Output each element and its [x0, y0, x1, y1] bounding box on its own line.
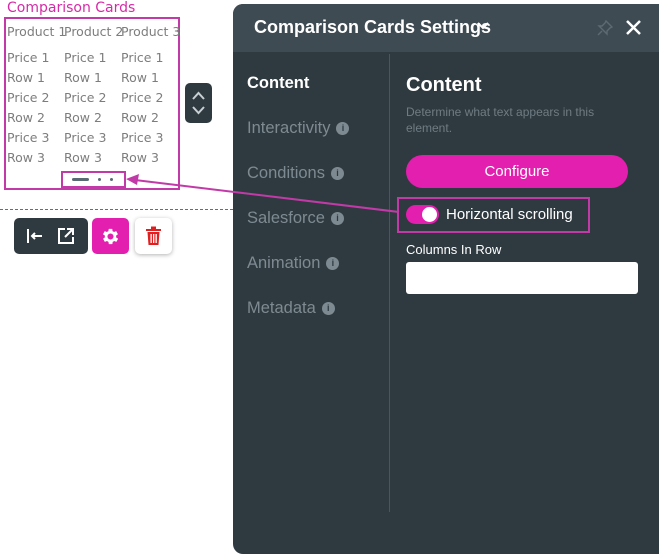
content-heading: Content: [406, 74, 482, 96]
nav-item-label: Content: [247, 74, 310, 92]
grid-cell: Row 2: [7, 110, 45, 125]
nav-item-label: Salesforce: [247, 209, 325, 227]
grid-cell: Price 2: [121, 90, 164, 105]
configure-button[interactable]: Configure: [406, 155, 628, 188]
component-title: Comparison Cards: [7, 0, 136, 16]
chevron-up-icon[interactable]: [192, 91, 205, 100]
grid-cell: Price 2: [64, 90, 107, 105]
reorder-control[interactable]: [185, 83, 212, 123]
nav-item-label: Interactivity: [247, 119, 331, 137]
horizontal-scrolling-label: Horizontal scrolling: [446, 206, 573, 223]
grid-header-cell: Product 2: [64, 24, 124, 39]
grid-cell: Row 3: [7, 150, 45, 165]
grid-cell: Row 3: [64, 150, 102, 165]
panel-header: Comparison Cards Settings: [233, 4, 659, 52]
grid-header-cell: Product 3: [121, 24, 181, 39]
columns-in-row-input[interactable]: [406, 262, 638, 294]
grid-cell: Row 1: [64, 70, 102, 85]
grid-cell: Row 2: [64, 110, 102, 125]
settings-panel: Comparison Cards Settings Content Intera…: [233, 4, 659, 554]
nav-item-salesforce[interactable]: Salesforce i: [247, 209, 344, 228]
grid-cell: Row 2: [121, 110, 159, 125]
nav-item-metadata[interactable]: Metadata i: [247, 299, 335, 318]
gear-icon: [102, 228, 119, 245]
nav-item-label: Animation: [247, 254, 321, 272]
drop-guide-line: [0, 209, 233, 210]
nav-item-content[interactable]: Content: [247, 74, 309, 93]
grid-cell: Row 1: [7, 70, 45, 85]
nav-item-label: Conditions: [247, 164, 325, 182]
close-icon[interactable]: [625, 19, 642, 36]
grid-cell: Price 3: [121, 130, 164, 145]
info-icon: i: [326, 257, 340, 270]
trash-icon: [146, 226, 161, 245]
element-toolbar: [14, 218, 88, 254]
delete-button[interactable]: [135, 218, 172, 254]
grid-cell: Row 1: [121, 70, 159, 85]
grid-cell: Price 1: [121, 50, 164, 65]
nav-item-label: Metadata: [247, 299, 316, 317]
nav-item-conditions[interactable]: Conditions i: [247, 164, 344, 183]
nav-item-interactivity[interactable]: Interactivity i: [247, 119, 350, 138]
external-link-icon[interactable]: [56, 226, 76, 246]
settings-button[interactable]: [92, 218, 129, 254]
grid-cell: Row 3: [121, 150, 159, 165]
scroll-active-bar: [72, 178, 89, 181]
horizontal-scrolling-toggle[interactable]: [406, 205, 439, 224]
columns-in-row-label: Columns In Row: [406, 242, 502, 257]
info-icon: i: [321, 302, 335, 315]
info-icon: i: [330, 212, 344, 225]
grid-cell: Price 3: [7, 130, 50, 145]
grid-cell: Price 1: [7, 50, 50, 65]
content-description: Determine what text appears in this elem…: [406, 105, 595, 135]
chevron-down-icon[interactable]: [477, 22, 489, 30]
grid-cell: Price 2: [7, 90, 50, 105]
grid-cell: Price 1: [64, 50, 107, 65]
nav-divider: [389, 54, 390, 512]
align-left-icon[interactable]: [25, 226, 45, 246]
toggle-knob: [422, 207, 437, 222]
info-icon: i: [330, 167, 344, 180]
info-icon: i: [336, 122, 350, 135]
scroll-dot: [98, 178, 101, 181]
nav-item-animation[interactable]: Animation i: [247, 254, 340, 273]
grid-header-cell: Product 1: [7, 24, 67, 39]
grid-cell: Price 3: [64, 130, 107, 145]
scroll-dot: [110, 178, 113, 181]
panel-title[interactable]: Comparison Cards Settings: [254, 17, 491, 38]
chevron-down-icon[interactable]: [192, 106, 205, 115]
pin-icon[interactable]: [597, 20, 613, 36]
horizontal-scroll-indicator[interactable]: [61, 171, 126, 188]
